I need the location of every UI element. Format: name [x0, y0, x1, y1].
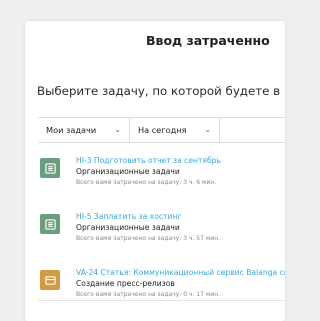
task-item[interactable]: HI-3 Подготовить отчет за сентябрь Орган… — [38, 155, 285, 191]
card-icon — [40, 270, 60, 290]
search-input[interactable] — [221, 118, 285, 142]
task-title-link[interactable]: HI-5 Заплатить за хостинг — [76, 212, 181, 221]
task-title-link[interactable]: VA-24 Статья: Коммуникационный сервис Ba… — [76, 268, 285, 277]
task-group: Организационные задачи — [76, 223, 180, 232]
task-list-icon — [40, 214, 60, 234]
task-title-link[interactable]: HI-3 Подготовить отчет за сентябрь — [76, 156, 221, 165]
period-select-value: На сегодня — [138, 125, 187, 135]
task-item[interactable]: VA-24 Статья: Коммуникационный сервис Ba… — [38, 267, 285, 303]
task-time-spent: Всего вами затрачено на задачу: 0 ч. 17 … — [76, 291, 221, 298]
task-group: Создание пресс-релизов — [76, 279, 175, 288]
task-time-spent: Всего вами затрачено на задачу: 3 ч. 57 … — [76, 235, 221, 242]
task-group: Организационные задачи — [76, 167, 180, 176]
chevron-down-icon: ⌄ — [114, 125, 121, 134]
time-entry-panel: Ввод затраченно Выберите задачу, по кото… — [25, 21, 285, 321]
period-select[interactable]: На сегодня ⌄ — [130, 118, 220, 142]
scope-select-value: Мои задачи — [46, 125, 97, 135]
task-item[interactable]: HI-5 Заплатить за хостинг Организационны… — [38, 211, 285, 247]
chevron-down-icon: ⌄ — [204, 125, 211, 134]
task-list-icon — [40, 158, 60, 178]
task-time-spent: Всего вами затрачено на задачу: 3 ч. 6 м… — [76, 179, 217, 186]
divider — [38, 300, 285, 301]
page-title: Ввод затраченно — [146, 33, 270, 48]
scope-select[interactable]: Мои задачи ⌄ — [38, 118, 130, 142]
filter-bar: Мои задачи ⌄ На сегодня ⌄ — [38, 117, 285, 143]
task-select-prompt: Выберите задачу, по которой будете в — [37, 84, 281, 98]
